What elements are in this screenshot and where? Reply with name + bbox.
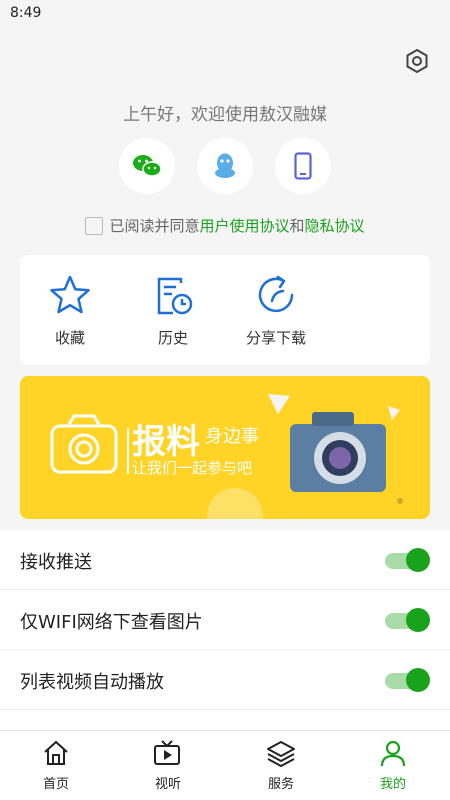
user-icon (380, 740, 406, 767)
qq-login-button[interactable] (197, 138, 253, 194)
share-download-button[interactable]: 分享下载 (226, 273, 326, 348)
tab-mine-label: 我的 (379, 777, 406, 792)
setting-push-label: 接收推送 (20, 552, 92, 573)
push-toggle[interactable] (385, 548, 430, 572)
banner-title: 报料 (132, 422, 200, 462)
tab-media[interactable]: 视听 (128, 739, 208, 792)
tab-services-label: 服务 (267, 777, 294, 792)
phone-login-button[interactable] (275, 138, 331, 194)
privacy-link[interactable]: 隐私协议 (305, 217, 365, 235)
share-icon (258, 275, 294, 313)
agreement-row: 已阅读并同意用户使用协议和隐私协议 (0, 215, 450, 236)
greeting-text: 上午好，欢迎使用敖汉融媒 (123, 105, 327, 125)
favorites-button[interactable]: 收藏 (20, 273, 120, 348)
wechat-icon (133, 155, 162, 177)
setting-push: 接收推送 (0, 530, 450, 590)
settings-icon (406, 48, 428, 74)
agreement-text: 已阅读并同意用户使用协议和隐私协议 (109, 215, 364, 236)
settings-button[interactable] (403, 47, 431, 75)
report-banner[interactable]: 报料 身边事 让我们一起参与吧 (20, 376, 430, 519)
qq-icon (215, 153, 235, 178)
star-icon (50, 275, 90, 314)
tab-mine[interactable]: 我的 (353, 739, 433, 792)
setting-wifi-images: 仅WIFI网络下查看图片 (0, 590, 450, 650)
banner-tagline: 让我们一起参与吧 (132, 459, 253, 477)
setting-autoplay: 列表视频自动播放 (0, 650, 450, 710)
bottom-tab-bar: 首页 视听 服务 我的 (0, 730, 450, 800)
banner-subtitle: 身边事 (205, 426, 259, 447)
history-label: 历史 (157, 329, 188, 347)
share-download-label: 分享下载 (245, 329, 306, 347)
agreement-checkbox[interactable] (85, 216, 104, 235)
history-button[interactable]: 历史 (123, 273, 223, 348)
tab-services[interactable]: 服务 (241, 739, 321, 792)
setting-autoplay-label: 列表视频自动播放 (20, 672, 164, 693)
tab-home-label: 首页 (42, 777, 69, 792)
setting-wifi-label: 仅WIFI网络下查看图片 (20, 612, 203, 633)
home-icon (44, 740, 68, 765)
login-options (0, 138, 450, 194)
user-agreement-link[interactable]: 用户使用协议 (199, 217, 289, 235)
wechat-login-button[interactable] (119, 138, 175, 194)
autoplay-toggle[interactable] (385, 668, 430, 692)
quick-actions-card: 收藏 历史 分享下载 (20, 255, 430, 365)
wifi-images-toggle[interactable] (385, 608, 430, 632)
status-time: 8:49 (10, 5, 42, 21)
history-icon (157, 277, 193, 315)
tab-media-label: 视听 (154, 777, 181, 792)
favorites-label: 收藏 (54, 329, 85, 347)
agreement-prefix: 已阅读并同意 (109, 217, 200, 235)
agreement-and: 和 (289, 217, 305, 235)
status-bar: 8:49 (0, 0, 450, 26)
settings-list: 接收推送 仅WIFI网络下查看图片 列表视频自动播放 (0, 530, 450, 730)
phone-icon (294, 152, 312, 180)
video-icon (154, 740, 180, 765)
tab-home[interactable]: 首页 (16, 739, 96, 792)
layers-icon (267, 741, 295, 767)
